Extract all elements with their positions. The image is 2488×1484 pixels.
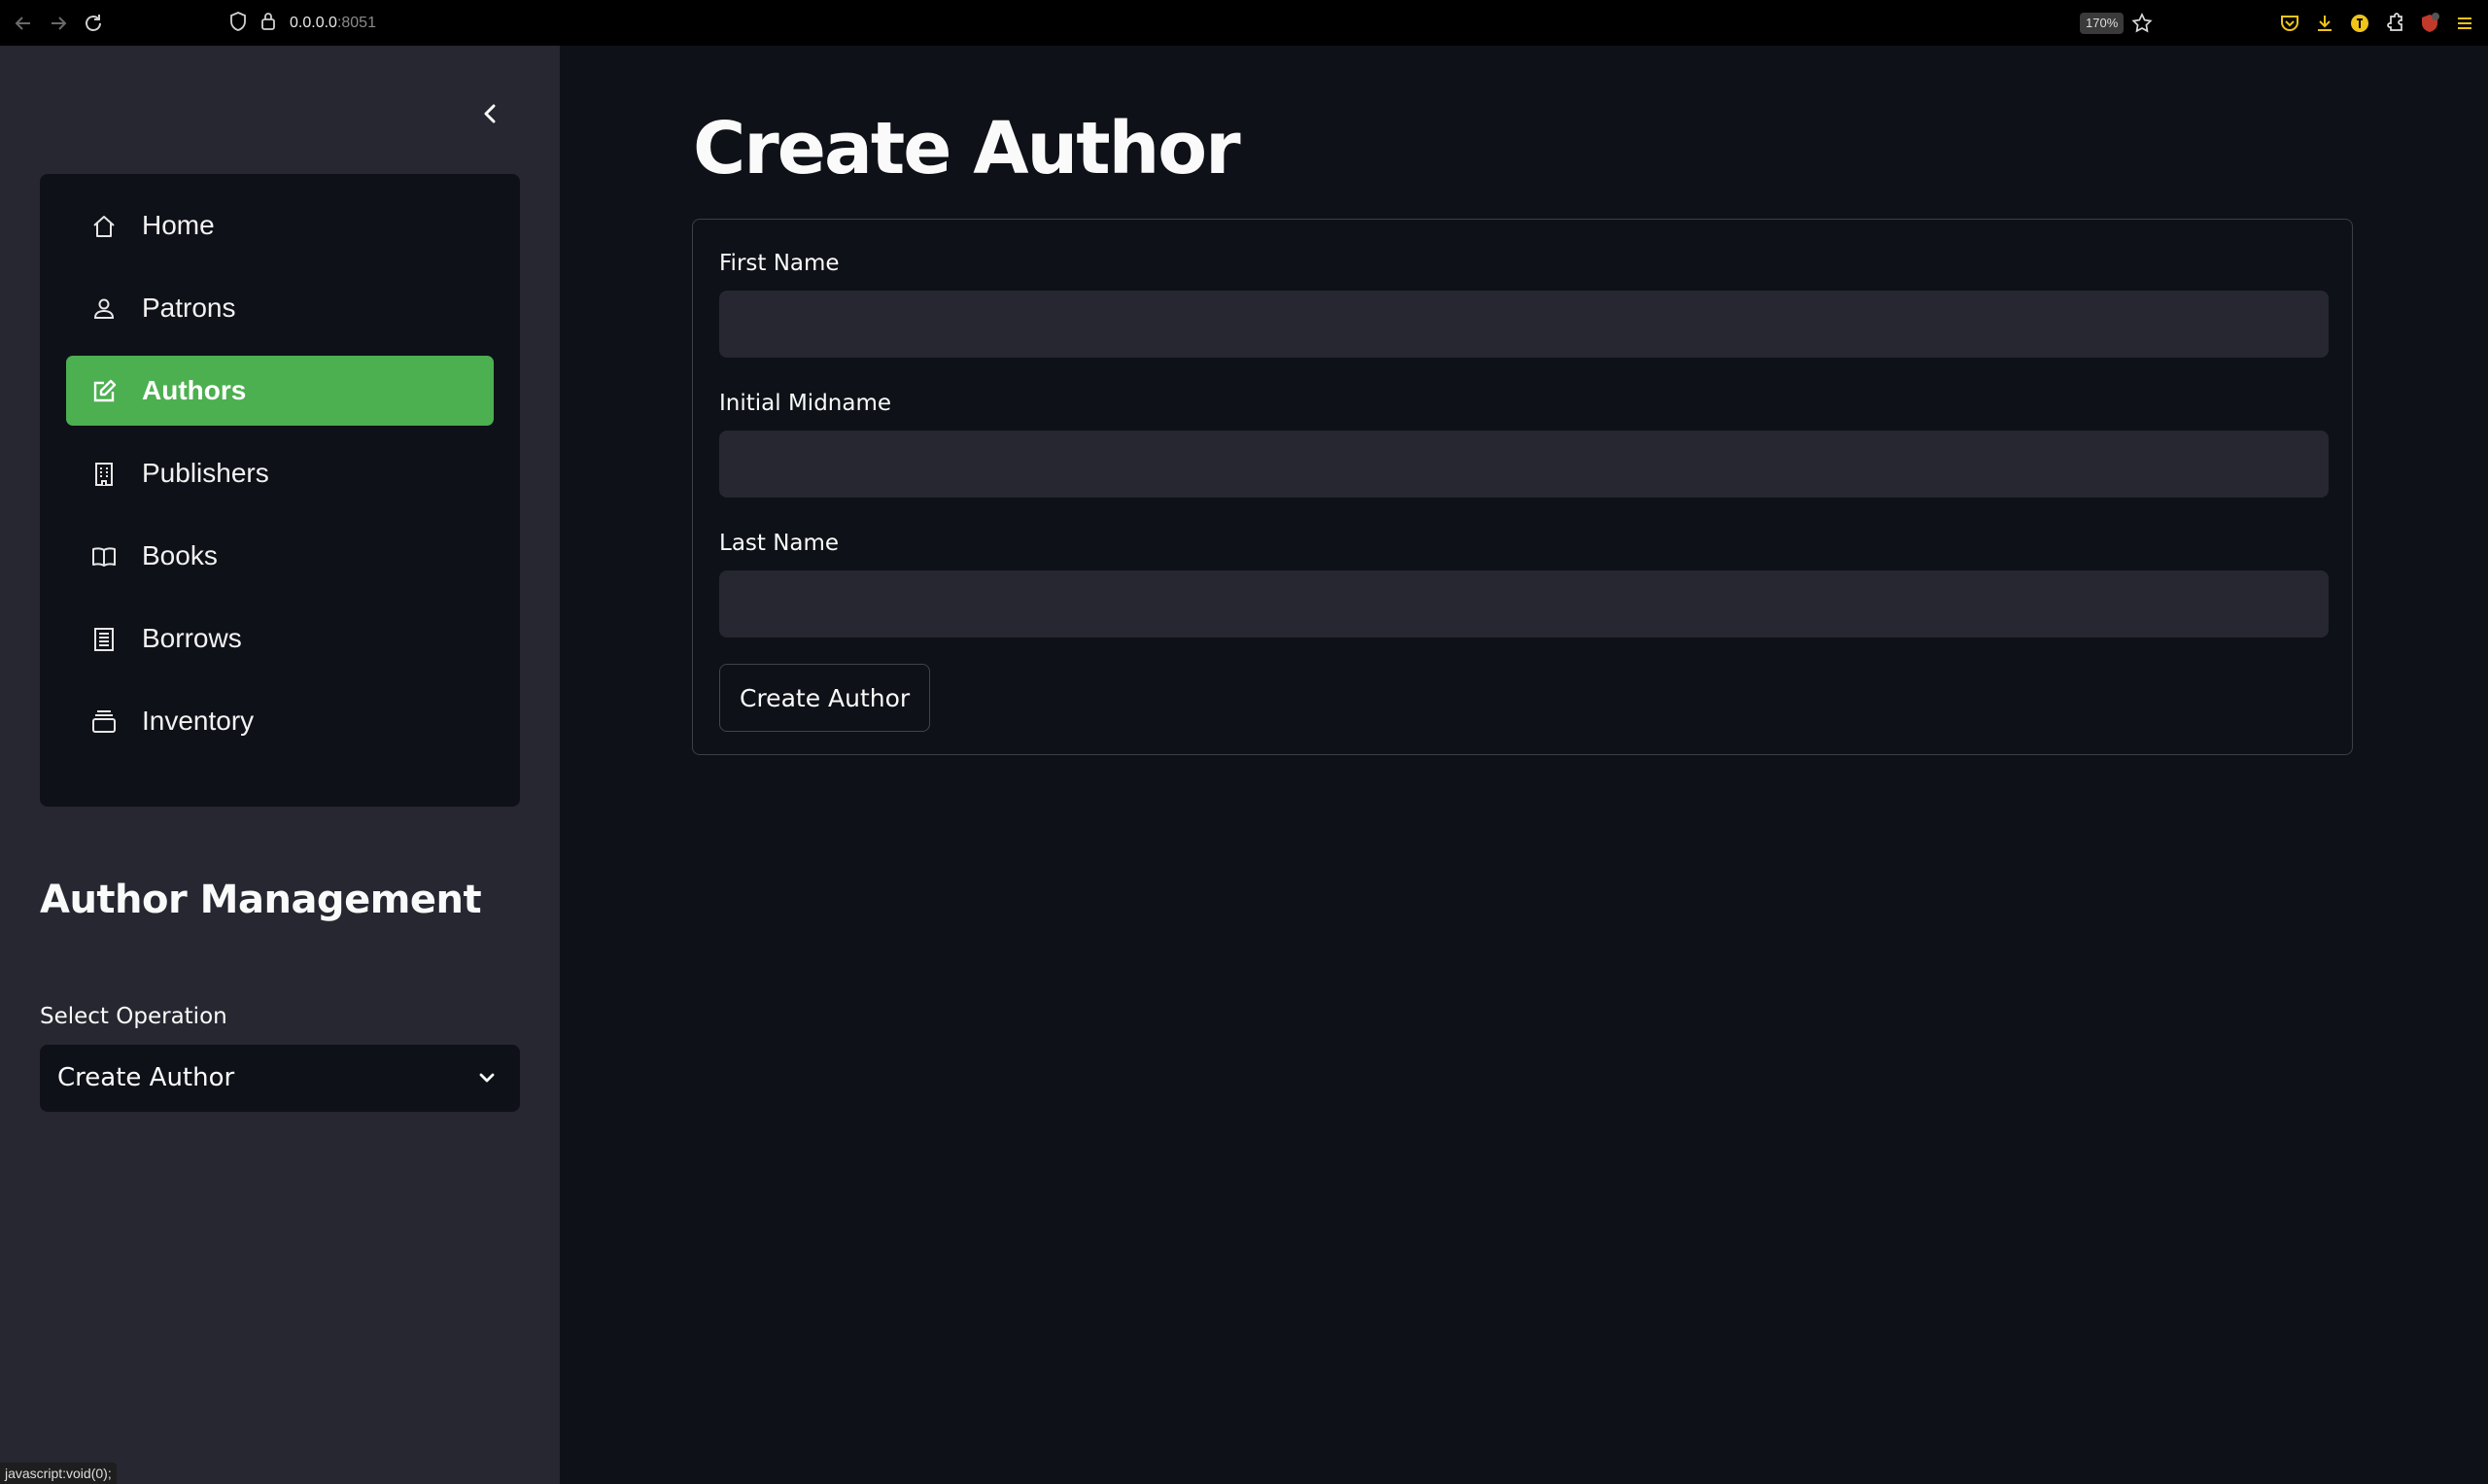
nav-label: Borrows bbox=[142, 623, 242, 653]
nav-label: Books bbox=[142, 540, 218, 570]
home-icon bbox=[90, 213, 118, 240]
section-title: Author Management bbox=[40, 878, 482, 922]
person-icon bbox=[90, 295, 118, 323]
first-name-input[interactable] bbox=[719, 291, 2329, 358]
shield-icon bbox=[229, 11, 247, 36]
browser-toolbar: 0.0.0.0:8051 170% bbox=[0, 0, 2488, 46]
create-author-button[interactable]: Create Author bbox=[719, 664, 931, 732]
zoom-level-badge[interactable]: 170% bbox=[2080, 13, 2125, 34]
nav-item-borrows[interactable]: Borrows bbox=[66, 604, 494, 673]
url-text: 0.0.0.0:8051 bbox=[290, 15, 376, 31]
extension-yellow-icon[interactable] bbox=[2348, 12, 2371, 35]
nav-label: Authors bbox=[142, 375, 247, 405]
status-bar-link: javascript:void(0); bbox=[0, 1463, 117, 1484]
nav-label: Home bbox=[142, 210, 215, 240]
collapse-sidebar-chevron-icon[interactable] bbox=[470, 94, 509, 133]
page-title: Create Author bbox=[693, 107, 1241, 190]
back-arrow-icon[interactable] bbox=[12, 12, 35, 35]
star-icon[interactable] bbox=[2130, 12, 2154, 35]
nav-item-publishers[interactable]: Publishers bbox=[66, 438, 494, 508]
nav-item-patrons[interactable]: Patrons bbox=[66, 273, 494, 343]
nav-item-home[interactable]: Home bbox=[66, 190, 494, 260]
edit-icon bbox=[90, 378, 118, 405]
book-icon bbox=[90, 543, 118, 570]
nav-label: Inventory bbox=[142, 706, 255, 736]
menu-hamburger-icon[interactable] bbox=[2453, 12, 2476, 35]
ublock-icon[interactable] bbox=[2418, 12, 2441, 35]
sidebar: Home Patrons Authors Publishers Books Bo… bbox=[0, 46, 560, 1484]
building-icon bbox=[90, 461, 118, 488]
forward-arrow-icon[interactable] bbox=[47, 12, 70, 35]
nav-item-books[interactable]: Books bbox=[66, 521, 494, 591]
lock-icon bbox=[260, 12, 276, 36]
reload-icon[interactable] bbox=[82, 12, 105, 35]
address-bar[interactable]: 0.0.0.0:8051 bbox=[229, 10, 376, 37]
last-name-label: Last Name bbox=[719, 531, 840, 556]
select-operation-label: Select Operation bbox=[40, 1004, 227, 1029]
receipt-icon bbox=[90, 626, 118, 653]
nav-item-authors[interactable]: Authors bbox=[66, 356, 494, 426]
chevron-down-icon bbox=[475, 1066, 499, 1089]
navigation-menu: Home Patrons Authors Publishers Books Bo… bbox=[40, 174, 520, 807]
selected-operation-value: Create Author bbox=[57, 1063, 235, 1092]
nav-label: Publishers bbox=[142, 458, 269, 488]
select-operation-dropdown[interactable]: Create Author bbox=[40, 1045, 520, 1112]
extensions-puzzle-icon[interactable] bbox=[2383, 12, 2406, 35]
stack-icon bbox=[90, 708, 118, 736]
nav-item-inventory[interactable]: Inventory bbox=[66, 686, 494, 756]
download-icon[interactable] bbox=[2313, 12, 2336, 35]
initial-midname-label: Initial Midname bbox=[719, 391, 892, 416]
first-name-label: First Name bbox=[719, 251, 840, 276]
last-name-input[interactable] bbox=[719, 570, 2329, 638]
pocket-icon[interactable] bbox=[2278, 12, 2301, 35]
initial-midname-input[interactable] bbox=[719, 431, 2329, 498]
create-author-form: First Name Initial Midname Last Name Cre… bbox=[692, 219, 2353, 755]
nav-label: Patrons bbox=[142, 293, 236, 323]
